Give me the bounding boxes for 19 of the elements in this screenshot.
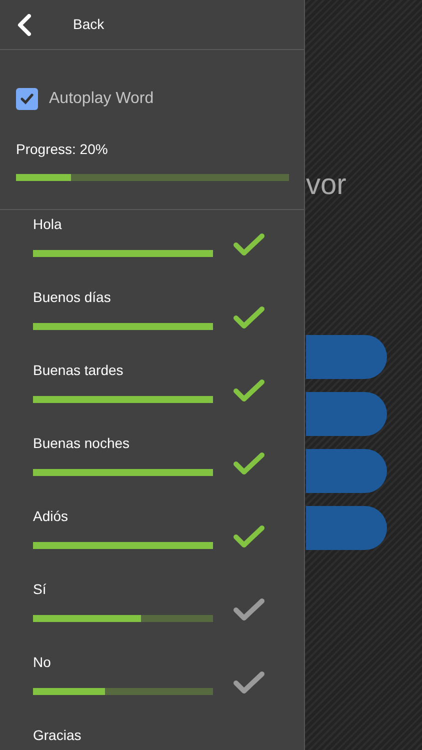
word-label[interactable]: Sí (33, 581, 304, 597)
page-title: vor (306, 171, 346, 200)
checkbox-label: Autoplay Word (49, 89, 154, 109)
option-button[interactable] (306, 335, 387, 379)
word-label[interactable]: No (33, 654, 304, 670)
option-button[interactable] (306, 449, 387, 493)
word-label[interactable]: Buenas tardes (33, 362, 304, 378)
check-icon (20, 93, 34, 105)
back-link[interactable]: Back (73, 14, 104, 35)
word-label[interactable]: Buenas noches (33, 435, 304, 451)
back-icon[interactable] (17, 14, 31, 36)
option-button[interactable] (306, 392, 387, 436)
option-button[interactable] (306, 506, 387, 550)
word-label[interactable]: Gracias (33, 727, 304, 743)
word-label[interactable]: Hola (33, 216, 304, 232)
word-label[interactable]: Buenos días (33, 289, 304, 305)
word-label[interactable]: Adiós (33, 508, 304, 524)
progress-label: Progress: 20% (16, 140, 109, 159)
checkbox[interactable] (16, 88, 38, 110)
